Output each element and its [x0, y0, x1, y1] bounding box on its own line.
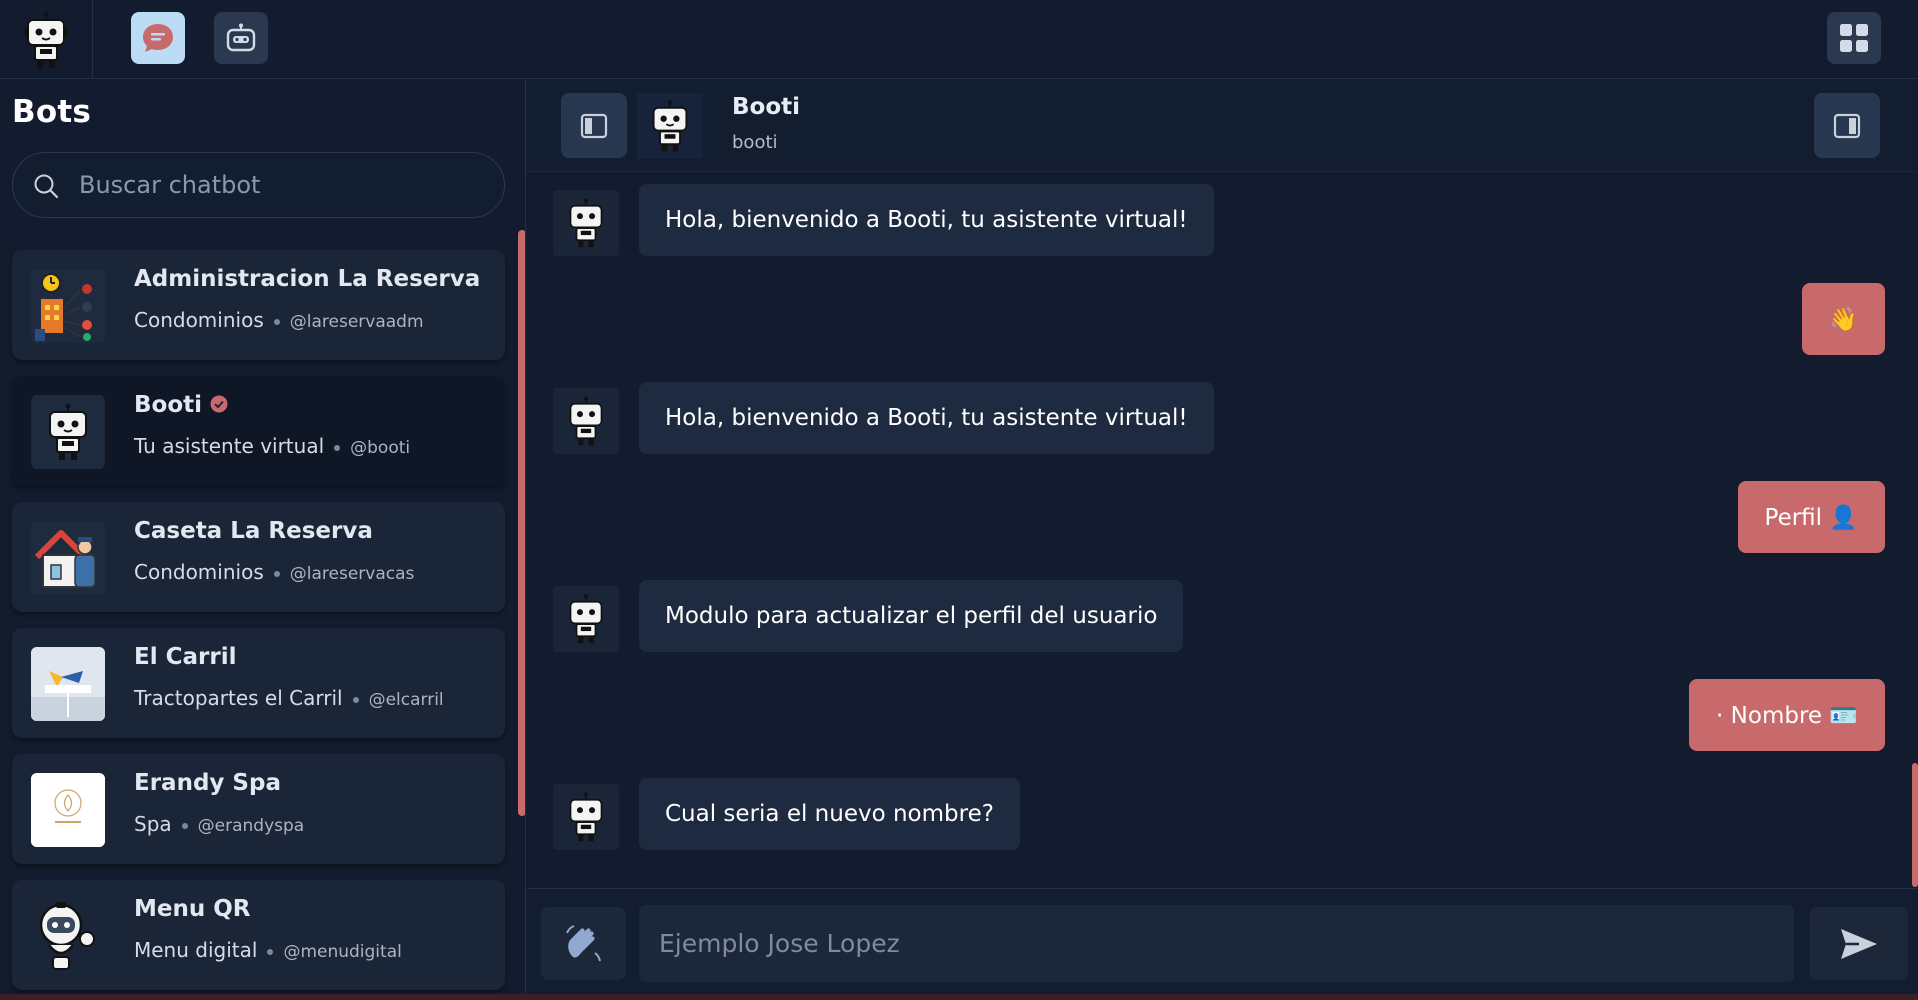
el-carril-logo-icon [31, 647, 105, 721]
bot-name: Booti [134, 392, 228, 418]
toggle-left-panel-button[interactable] [561, 93, 627, 158]
bot-category: Menu digital [134, 938, 258, 962]
search-icon [34, 174, 59, 199]
search-input[interactable] [79, 165, 479, 205]
menu-robot-icon [39, 902, 95, 970]
bot-meta: Tu asistente virtual @booti [134, 434, 410, 458]
erandy-spa-logo-icon [31, 773, 105, 847]
toggle-right-panel-button[interactable] [1814, 93, 1880, 158]
bot-category: Condominios [134, 560, 264, 584]
bottom-edge [0, 994, 1918, 1000]
bot-category: Spa [134, 812, 172, 836]
bot-avatar [31, 647, 105, 721]
bot-handle: @lareservaadm [289, 312, 424, 332]
chat-bot-avatar [637, 93, 703, 159]
bot-handle: @erandyspa [197, 816, 305, 836]
bot-meta: Tractopartes el Carril @elcarril [134, 686, 444, 710]
robot-avatar-icon [569, 594, 603, 644]
bot-category: Condominios [134, 308, 264, 332]
message-composer [527, 888, 1918, 994]
bot-list-item-active[interactable]: Booti Tu asistente virtual @booti [12, 376, 505, 486]
message-bubble-user: Perfil 👤 [1737, 481, 1885, 553]
message-bot-avatar [553, 784, 619, 850]
message-bubble-bot: Modulo para actualizar el perfil del usu… [639, 580, 1184, 652]
bot-list-item[interactable]: Menu QR Menu digital @menudigital [12, 880, 505, 990]
bot-avatar [31, 899, 105, 973]
admin-network-icon [35, 273, 92, 341]
bot-handle: @elcarril [368, 690, 444, 710]
chat-bubble-icon [143, 24, 173, 52]
bot-avatar [31, 773, 105, 847]
robot-avatar-icon [569, 396, 603, 446]
messages-scrollbar[interactable] [1912, 763, 1918, 887]
greeting-button[interactable] [541, 907, 626, 980]
send-icon [1841, 928, 1877, 959]
bots-tab-button[interactable] [214, 12, 268, 64]
sidebar-left-icon [580, 113, 608, 138]
robot-avatar-icon [49, 403, 87, 460]
sidebar-scrollbar[interactable] [518, 230, 525, 816]
bot-avatar [31, 521, 105, 595]
message-bot-avatar [553, 586, 619, 652]
bot-list-item[interactable]: Administracion La Reserva Condominios @la… [12, 250, 505, 360]
bot-meta: Condominios @lareservaadm [134, 308, 424, 332]
bot-avatar [31, 395, 105, 469]
chat-bot-handle: booti [732, 132, 778, 153]
bot-name: Caseta La Reserva [134, 518, 373, 544]
bot-name: El Carril [134, 644, 237, 670]
bot-handle: @lareservacas [289, 564, 415, 584]
chat-header: Booti booti [527, 80, 1918, 172]
robot-avatar-icon [569, 792, 603, 842]
bot-list-item[interactable]: El Carril Tractopartes el Carril @elcarri… [12, 628, 505, 738]
bot-name: Administracion La Reserva [134, 266, 481, 292]
bot-list-item[interactable]: Caseta La Reserva Condominios @lareservac… [12, 502, 505, 612]
bot-meta: Spa @erandyspa [134, 812, 304, 836]
message-bubble-user: 👋 [1802, 283, 1885, 355]
message-bot-avatar [553, 190, 619, 256]
chat-bot-name: Booti [732, 94, 801, 120]
bot-name: Menu QR [134, 896, 251, 922]
search-box[interactable] [12, 152, 505, 218]
waving-hand-icon [565, 924, 601, 961]
chats-tab-button[interactable] [131, 12, 185, 64]
verified-badge-icon [210, 395, 228, 412]
bot-handle: @booti [350, 438, 411, 458]
bot-head-icon [226, 23, 256, 52]
message-bot-avatar [553, 388, 619, 454]
separator-dot [273, 318, 280, 325]
message-input[interactable] [639, 905, 1794, 982]
guard-house-icon [34, 530, 96, 588]
message-bubble-bot: Cual seria el nuevo nombre? [639, 778, 1020, 850]
separator-dot [267, 948, 274, 955]
message-bubble-user: · Nombre 🪪 [1689, 679, 1885, 751]
message-bubble-bot: Hola, bienvenido a Booti, tu asistente v… [639, 382, 1214, 454]
separator-dot [352, 696, 359, 703]
top-bar [0, 0, 1918, 79]
grid-icon [1840, 24, 1868, 52]
message-list: Hola, bienvenido a Booti, tu asistente v… [527, 173, 1918, 887]
bot-avatar [31, 269, 105, 343]
bot-list-item[interactable]: Erandy Spa Spa @erandyspa [12, 754, 505, 864]
bot-meta: Condominios @lareservacas [134, 560, 414, 584]
send-button[interactable] [1810, 907, 1908, 980]
sidebar-right-icon [1833, 113, 1861, 138]
app-logo[interactable] [0, 0, 93, 79]
bot-name-text: Booti [134, 392, 203, 418]
bot-category: Tu asistente virtual [134, 434, 325, 458]
message-bubble-bot: Hola, bienvenido a Booti, tu asistente v… [639, 184, 1214, 256]
apps-menu-button[interactable] [1827, 12, 1881, 64]
robot-logo-icon [25, 11, 67, 68]
robot-avatar-icon [569, 198, 603, 248]
separator-dot [334, 444, 341, 451]
separator-dot [181, 822, 188, 829]
bot-category: Tractopartes el Carril [134, 686, 343, 710]
sidebar-title: Bots [12, 94, 91, 130]
separator-dot [273, 570, 280, 577]
bots-sidebar: Bots Buscar chatbot Administracion La Re… [0, 80, 526, 994]
bot-handle: @menudigital [283, 942, 402, 962]
bot-meta: Menu digital @menudigital [134, 938, 402, 962]
robot-avatar-icon [652, 100, 688, 152]
bot-name: Erandy Spa [134, 770, 281, 796]
